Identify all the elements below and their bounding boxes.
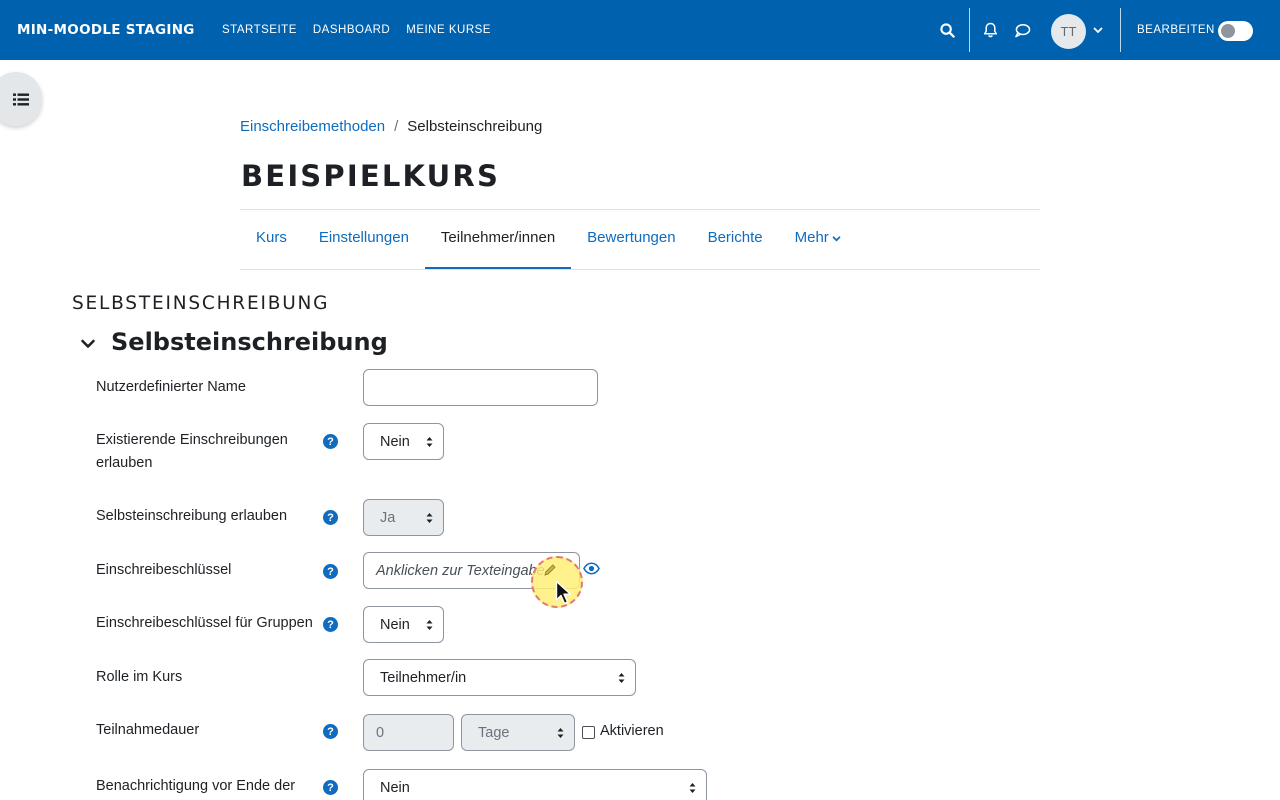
select-caret-icon [618, 672, 625, 683]
search-icon[interactable] [937, 20, 957, 40]
existing-enrolments-select[interactable]: Nein [363, 423, 444, 460]
question-circle-icon[interactable]: ? [323, 724, 338, 739]
pencil-icon [543, 563, 557, 581]
edit-mode-toggle[interactable] [1218, 21, 1253, 41]
existing-enrolments-label-line2: erlauben [96, 455, 153, 471]
question-circle-icon[interactable]: ? [323, 780, 338, 795]
navbar-divider [969, 8, 970, 52]
allow-self-enrol-label: Selbsteinschreibung erlauben [96, 508, 288, 524]
question-circle-icon[interactable]: ? [323, 617, 338, 632]
group-key-value: Nein [380, 616, 410, 633]
group-key-select[interactable]: Nein [363, 606, 444, 643]
nav-link-dashboard[interactable]: DASHBOARD [313, 24, 390, 36]
question-circle-icon[interactable]: ? [323, 434, 338, 449]
expiry-notify-label: Benachrichtigung vor Ende der [96, 778, 296, 794]
custom-name-label: Nutzerdefinierter Name [96, 379, 246, 395]
eye-icon[interactable] [583, 562, 600, 579]
existing-enrolments-label-line1: Existierende Einschreibungen [96, 432, 288, 448]
divider [240, 269, 1040, 270]
navbar-divider [1120, 8, 1121, 52]
question-circle-icon[interactable]: ? [323, 564, 338, 579]
enrolment-duration-label: Teilnahmedauer [96, 722, 200, 738]
enrolment-key-placeholder: Anklicken zur Texteingabe [376, 562, 545, 579]
tab-bewertungen[interactable]: Bewertungen [571, 210, 691, 270]
expiry-notify-value: Nein [380, 779, 410, 796]
role-select[interactable]: Teilnehmer/in [363, 659, 636, 696]
select-caret-icon [557, 727, 564, 738]
existing-enrolments-label: Existierende Einschreibungen erlauben [96, 429, 288, 475]
allow-self-enrol-value: Ja [380, 509, 396, 526]
duration-number-input[interactable]: 0 [363, 714, 454, 751]
custom-name-input[interactable] [363, 369, 598, 406]
chevron-down-icon [832, 210, 841, 266]
collapse-chevron-down-icon[interactable] [80, 336, 96, 352]
primary-navigation: STARTSEITE DASHBOARD MEINE KURSE [222, 24, 491, 36]
secondary-navigation: Kurs Einstellungen Teilnehmer/innen Bewe… [240, 210, 857, 270]
duration-enable-label[interactable]: Aktivieren [600, 723, 664, 739]
breadcrumb-separator: / [394, 118, 399, 135]
select-caret-icon [426, 436, 433, 447]
open-course-index-button[interactable] [0, 72, 42, 126]
role-label: Rolle im Kurs [96, 669, 183, 685]
toggle-knob [1221, 24, 1235, 38]
group-key-label: Einschreibeschlüssel für Gruppen [96, 615, 313, 631]
select-caret-icon [426, 512, 433, 523]
mouse-pointer-icon [555, 580, 575, 610]
duration-unit-value: Tage [478, 724, 510, 741]
list-icon [13, 93, 29, 105]
edit-mode-label: BEARBEITEN [1137, 24, 1215, 36]
chat-icon[interactable] [1012, 20, 1032, 40]
breadcrumb-link-einschreibemethoden[interactable]: Einschreibemethoden [240, 118, 385, 135]
select-caret-icon [426, 619, 433, 630]
enrolment-key-label: Einschreibeschlüssel [96, 562, 232, 578]
tab-einstellungen[interactable]: Einstellungen [303, 210, 425, 270]
user-avatar[interactable]: TT [1051, 14, 1086, 49]
existing-enrolments-value: Nein [380, 433, 410, 450]
tab-mehr[interactable]: Mehr [779, 210, 857, 270]
select-caret-icon [689, 782, 696, 793]
allow-self-enrol-select[interactable]: Ja [363, 499, 444, 536]
expiry-notify-select[interactable]: Nein [363, 769, 707, 800]
duration-enable-checkbox[interactable] [582, 726, 595, 739]
duration-unit-select[interactable]: Tage [461, 714, 575, 751]
site-brand[interactable]: MIN-MOODLE STAGING [17, 22, 195, 38]
top-navbar: MIN-MOODLE STAGING STARTSEITE DASHBOARD … [0, 0, 1280, 60]
breadcrumb: Einschreibemethoden / Selbsteinschreibun… [240, 118, 542, 135]
tab-berichte[interactable]: Berichte [692, 210, 779, 270]
fieldset-legend[interactable]: Selbsteinschreibung [111, 328, 388, 356]
tab-teilnehmer[interactable]: Teilnehmer/innen [424, 210, 572, 270]
page-title: BEISPIELKURS [241, 159, 501, 193]
question-circle-icon[interactable]: ? [323, 510, 338, 525]
section-heading: SELBSTEINSCHREIBUNG [72, 293, 330, 314]
tab-kurs[interactable]: Kurs [240, 210, 303, 270]
user-menu-chevron-down-icon[interactable] [1088, 20, 1108, 40]
nav-link-meine-kurse[interactable]: MEINE KURSE [406, 24, 491, 36]
bell-icon[interactable] [980, 20, 1000, 40]
tab-mehr-label: Mehr [794, 229, 829, 246]
role-value: Teilnehmer/in [380, 669, 467, 686]
nav-link-startseite[interactable]: STARTSEITE [222, 24, 297, 36]
breadcrumb-current: Selbsteinschreibung [407, 118, 543, 135]
